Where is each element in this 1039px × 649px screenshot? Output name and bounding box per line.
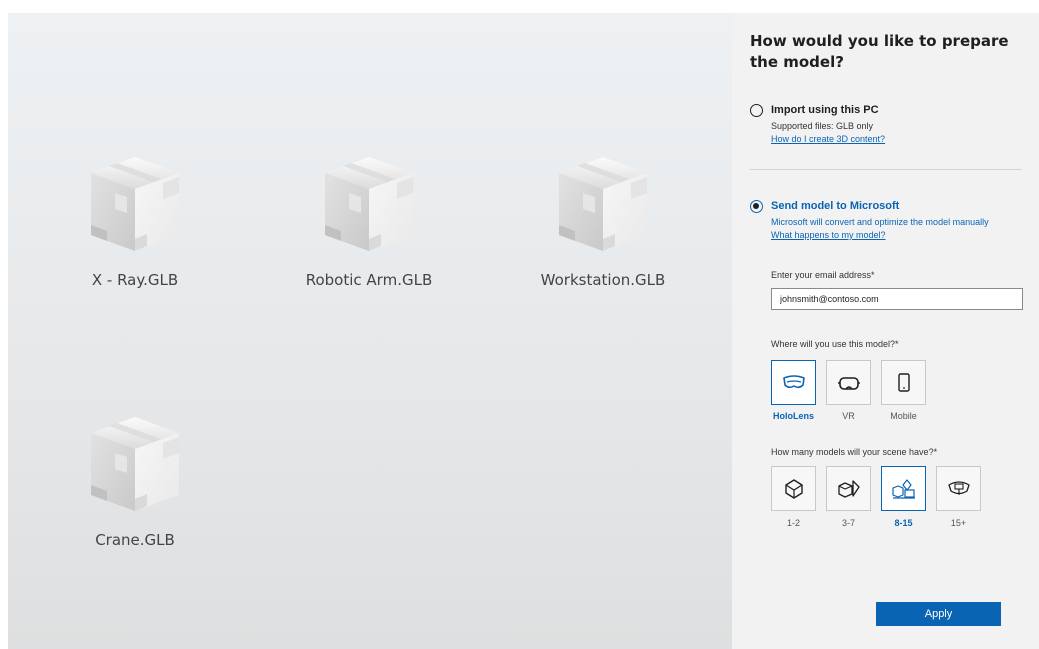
usage-label-hololens: HoloLens: [772, 411, 814, 421]
model-name: Crane.GLB: [95, 531, 175, 549]
single-shape-icon: [784, 478, 803, 499]
model-gallery: X - Ray.GLB Robotic Arm.GLB Workstation.…: [8, 13, 732, 649]
vr-headset-icon: [837, 376, 860, 390]
model-name: Robotic Arm.GLB: [305, 271, 433, 289]
send-option-subtitle: Microsoft will convert and optimize the …: [771, 217, 989, 227]
model-tile-crane[interactable]: Crane.GLB: [40, 413, 230, 549]
usage-label-vr: VR: [842, 411, 855, 421]
count-option-15-plus[interactable]: [936, 466, 981, 511]
hololens-icon: [782, 374, 805, 388]
model-name: X - Ray.GLB: [91, 271, 179, 289]
model-name: Workstation.GLB: [540, 271, 666, 289]
usage-question: Where will you use this model?*: [771, 339, 899, 349]
cube-model-thumbnail-icon: [325, 157, 413, 251]
send-to-microsoft-radio[interactable]: [750, 200, 763, 213]
import-pc-radio[interactable]: [750, 104, 763, 117]
usage-option-mobile[interactable]: [881, 360, 926, 405]
email-label: Enter your email address*: [771, 270, 875, 280]
count-option-8-15[interactable]: [881, 466, 926, 511]
count-label-15-plus: 15+: [950, 518, 967, 528]
cube-model-thumbnail-icon: [559, 157, 647, 251]
count-option-3-7[interactable]: [826, 466, 871, 511]
model-count-question: How many models will your scene have?*: [771, 447, 938, 457]
apply-button[interactable]: Apply: [876, 602, 1001, 626]
count-option-1-2[interactable]: [771, 466, 816, 511]
usage-option-hololens[interactable]: [771, 360, 816, 405]
send-option-title: Send model to Microsoft: [771, 200, 900, 212]
usage-label-mobile: Mobile: [890, 411, 917, 421]
prepare-model-panel: How would you like to prepare the model?…: [732, 13, 1039, 649]
count-label-1-2: 1-2: [786, 518, 800, 528]
count-label-3-7: 3-7: [841, 518, 855, 528]
count-label-8-15: 8-15: [894, 518, 913, 528]
what-happens-link[interactable]: What happens to my model?: [771, 230, 886, 240]
model-tile-robotic-arm[interactable]: Robotic Arm.GLB: [274, 153, 464, 289]
email-field[interactable]: [771, 288, 1023, 310]
few-shapes-icon: [837, 479, 860, 498]
divider: [750, 169, 1022, 170]
cube-model-thumbnail-icon: [91, 157, 179, 251]
scene-icon: [947, 480, 970, 495]
usage-option-vr[interactable]: [826, 360, 871, 405]
create-3d-content-link[interactable]: How do I create 3D content?: [771, 134, 885, 144]
model-tile-xray[interactable]: X - Ray.GLB: [40, 153, 230, 289]
many-shapes-icon: [891, 478, 915, 499]
import-option-title: Import using this PC: [771, 104, 879, 116]
mobile-phone-icon: [897, 372, 910, 392]
import-option-subtitle: Supported files: GLB only: [771, 121, 874, 131]
panel-title: How would you like to prepare the model?: [750, 32, 1009, 71]
model-tile-workstation[interactable]: Workstation.GLB: [508, 153, 698, 289]
cube-model-thumbnail-icon: [91, 417, 179, 511]
